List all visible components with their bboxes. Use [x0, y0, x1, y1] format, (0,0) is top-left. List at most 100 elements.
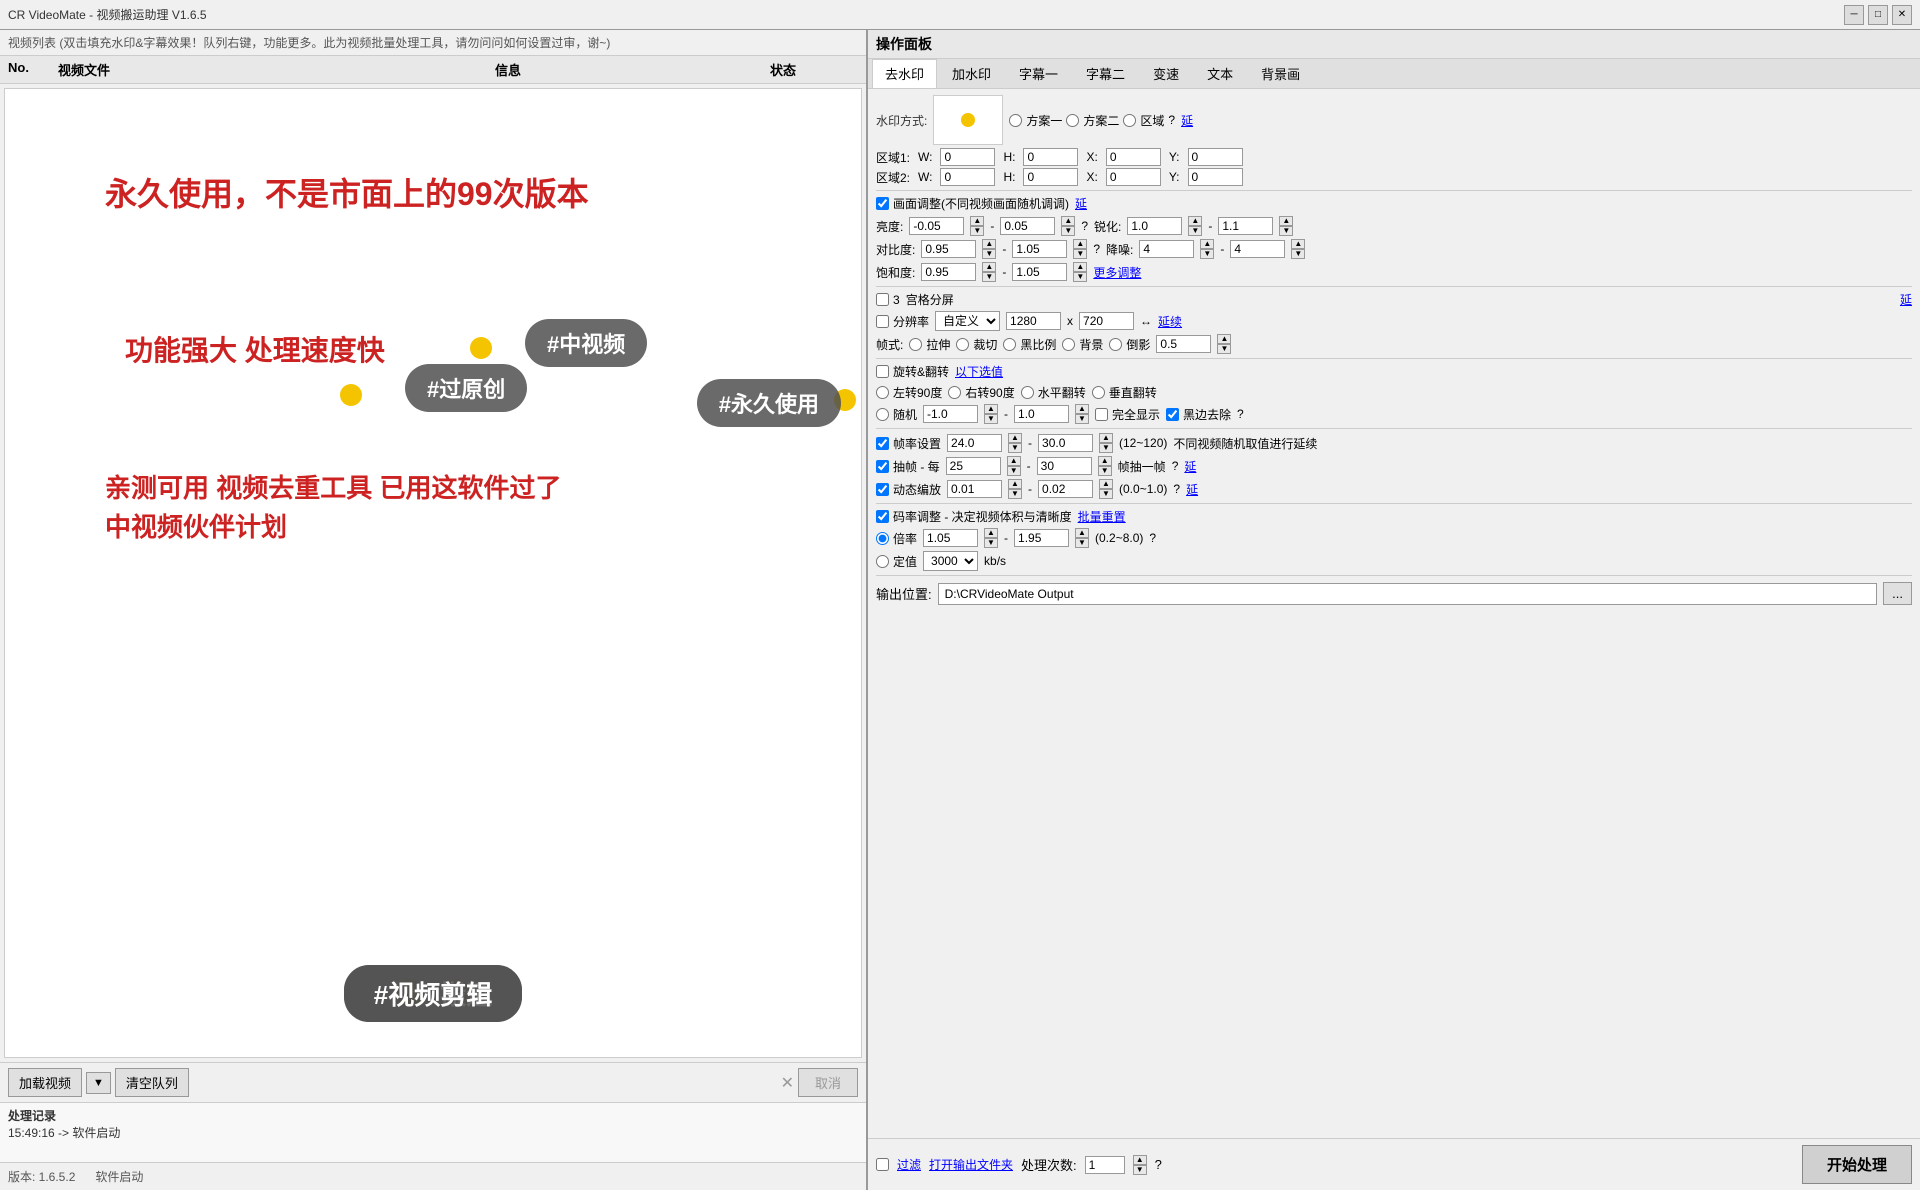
capture-link[interactable]: 延: [1184, 458, 1196, 475]
contrast-min-up[interactable]: ▲: [982, 239, 996, 249]
contrast-min[interactable]: [921, 240, 976, 258]
saturation-min[interactable]: [921, 263, 976, 281]
fr-min-up[interactable]: ▲: [1008, 433, 1022, 443]
sharpen-max-down[interactable]: ▼: [1279, 226, 1293, 236]
zone1-y-input[interactable]: [1188, 148, 1243, 166]
tab-remove-watermark[interactable]: 去水印: [872, 59, 937, 88]
cap-min-up[interactable]: ▲: [1007, 456, 1021, 466]
noise-min[interactable]: [1139, 240, 1194, 258]
screen-adjust-check[interactable]: 画面调整(不同视频画面随机调调): [876, 195, 1069, 212]
dynamic-max[interactable]: [1038, 480, 1093, 498]
browse-button[interactable]: ...: [1883, 582, 1912, 605]
contrast-max-down[interactable]: ▼: [1073, 249, 1087, 259]
radio-scheme2[interactable]: [1066, 114, 1079, 127]
saturation-max-up[interactable]: ▲: [1073, 262, 1087, 272]
saturation-min-up[interactable]: ▲: [982, 262, 996, 272]
count-input[interactable]: [1085, 1156, 1125, 1174]
sharpen-max-up[interactable]: ▲: [1279, 216, 1293, 226]
fr-max-up[interactable]: ▲: [1099, 433, 1113, 443]
brightness-min[interactable]: [909, 217, 964, 235]
grid-checkbox[interactable]: [876, 293, 889, 306]
cap-max-up[interactable]: ▲: [1098, 456, 1112, 466]
dynamic-min[interactable]: [947, 480, 1002, 498]
minimize-button[interactable]: ─: [1844, 5, 1864, 25]
bitrate-reset-link[interactable]: 批量重置: [1078, 508, 1126, 525]
res-width[interactable]: [1006, 312, 1061, 330]
rot-fliph[interactable]: [1021, 386, 1034, 399]
more-adjust-link[interactable]: 更多调整: [1093, 264, 1141, 281]
br-multiply[interactable]: [876, 532, 889, 545]
brightness-max[interactable]: [1000, 217, 1055, 235]
noise-min-down[interactable]: ▼: [1200, 249, 1214, 259]
close-button[interactable]: ✕: [1892, 5, 1912, 25]
saturation-max[interactable]: [1012, 263, 1067, 281]
remove-border-checkbox[interactable]: [1166, 408, 1179, 421]
dynamic-link[interactable]: 延: [1186, 481, 1198, 498]
noise-min-up[interactable]: ▲: [1200, 239, 1214, 249]
fmt-ratio[interactable]: [1003, 338, 1016, 351]
framerate-checkbox[interactable]: [876, 437, 889, 450]
sharpen-min[interactable]: [1127, 217, 1182, 235]
zone1-h-input[interactable]: [1023, 148, 1078, 166]
brightness-max-up[interactable]: ▲: [1061, 216, 1075, 226]
framerate-max[interactable]: [1038, 434, 1093, 452]
rot-flipv[interactable]: [1092, 386, 1105, 399]
res-height[interactable]: [1079, 312, 1134, 330]
fr-min-down[interactable]: ▼: [1008, 443, 1022, 453]
zone2-x-input[interactable]: [1106, 168, 1161, 186]
contrast-max-up[interactable]: ▲: [1073, 239, 1087, 249]
tab-subtitle2[interactable]: 字幕二: [1073, 59, 1138, 88]
rot-left90[interactable]: [876, 386, 889, 399]
rotate-link[interactable]: 以下选值: [955, 363, 1003, 380]
radio-scheme1[interactable]: [1009, 114, 1022, 127]
zone2-w-input[interactable]: [940, 168, 995, 186]
load-video-button[interactable]: 加载视频: [8, 1068, 82, 1097]
wm-extra-link[interactable]: 延: [1181, 112, 1193, 129]
grid-link[interactable]: 延: [1900, 291, 1912, 308]
screen-adjust-checkbox[interactable]: [876, 197, 889, 210]
dynamic-checkbox[interactable]: [876, 483, 889, 496]
br-max-up[interactable]: ▲: [1075, 528, 1089, 538]
dyn-min-up[interactable]: ▲: [1008, 479, 1022, 489]
framerate-min[interactable]: [947, 434, 1002, 452]
shadow-down[interactable]: ▼: [1217, 344, 1231, 354]
cancel-button[interactable]: 取消: [798, 1068, 858, 1097]
br-min-down[interactable]: ▼: [984, 538, 998, 548]
count-down[interactable]: ▼: [1133, 1165, 1147, 1175]
saturation-max-down[interactable]: ▼: [1073, 272, 1087, 282]
contrast-max[interactable]: [1012, 240, 1067, 258]
fr-max-down[interactable]: ▼: [1099, 443, 1113, 453]
rot-random-max[interactable]: [1014, 405, 1069, 423]
fmt-mirror[interactable]: [1109, 338, 1122, 351]
contrast-min-down[interactable]: ▼: [982, 249, 996, 259]
tab-text[interactable]: 文本: [1194, 59, 1246, 88]
tab-subtitle1[interactable]: 字幕一: [1006, 59, 1071, 88]
full-show-checkbox[interactable]: [1095, 408, 1108, 421]
filter-link[interactable]: 过滤: [897, 1156, 921, 1173]
zone2-y-input[interactable]: [1188, 168, 1243, 186]
open-folder-link[interactable]: 打开输出文件夹: [929, 1156, 1013, 1173]
zone2-h-input[interactable]: [1023, 168, 1078, 186]
sharpen-min-down[interactable]: ▼: [1188, 226, 1202, 236]
noise-max-down[interactable]: ▼: [1291, 249, 1305, 259]
output-path-input[interactable]: [938, 583, 1878, 605]
capture-max[interactable]: [1037, 457, 1092, 475]
radio-zone[interactable]: [1123, 114, 1136, 127]
br-max[interactable]: [1014, 529, 1069, 547]
start-button[interactable]: 开始处理: [1802, 1145, 1912, 1184]
dyn-min-down[interactable]: ▼: [1008, 489, 1022, 499]
clear-queue-button[interactable]: 清空队列: [115, 1068, 189, 1097]
br-max-down[interactable]: ▼: [1075, 538, 1089, 548]
rot-max-up[interactable]: ▲: [1075, 404, 1089, 414]
bitrate-checkbox[interactable]: [876, 510, 889, 523]
res-link[interactable]: 延续: [1158, 313, 1182, 330]
brightness-min-up[interactable]: ▲: [970, 216, 984, 226]
capture-checkbox[interactable]: [876, 460, 889, 473]
screen-adjust-link[interactable]: 延: [1075, 195, 1087, 212]
shadow-input[interactable]: [1156, 335, 1211, 353]
rot-right90[interactable]: [948, 386, 961, 399]
dyn-max-down[interactable]: ▼: [1099, 489, 1113, 499]
rot-max-down[interactable]: ▼: [1075, 414, 1089, 424]
resolution-checkbox[interactable]: [876, 315, 889, 328]
load-dropdown-button[interactable]: ▼: [86, 1072, 111, 1094]
